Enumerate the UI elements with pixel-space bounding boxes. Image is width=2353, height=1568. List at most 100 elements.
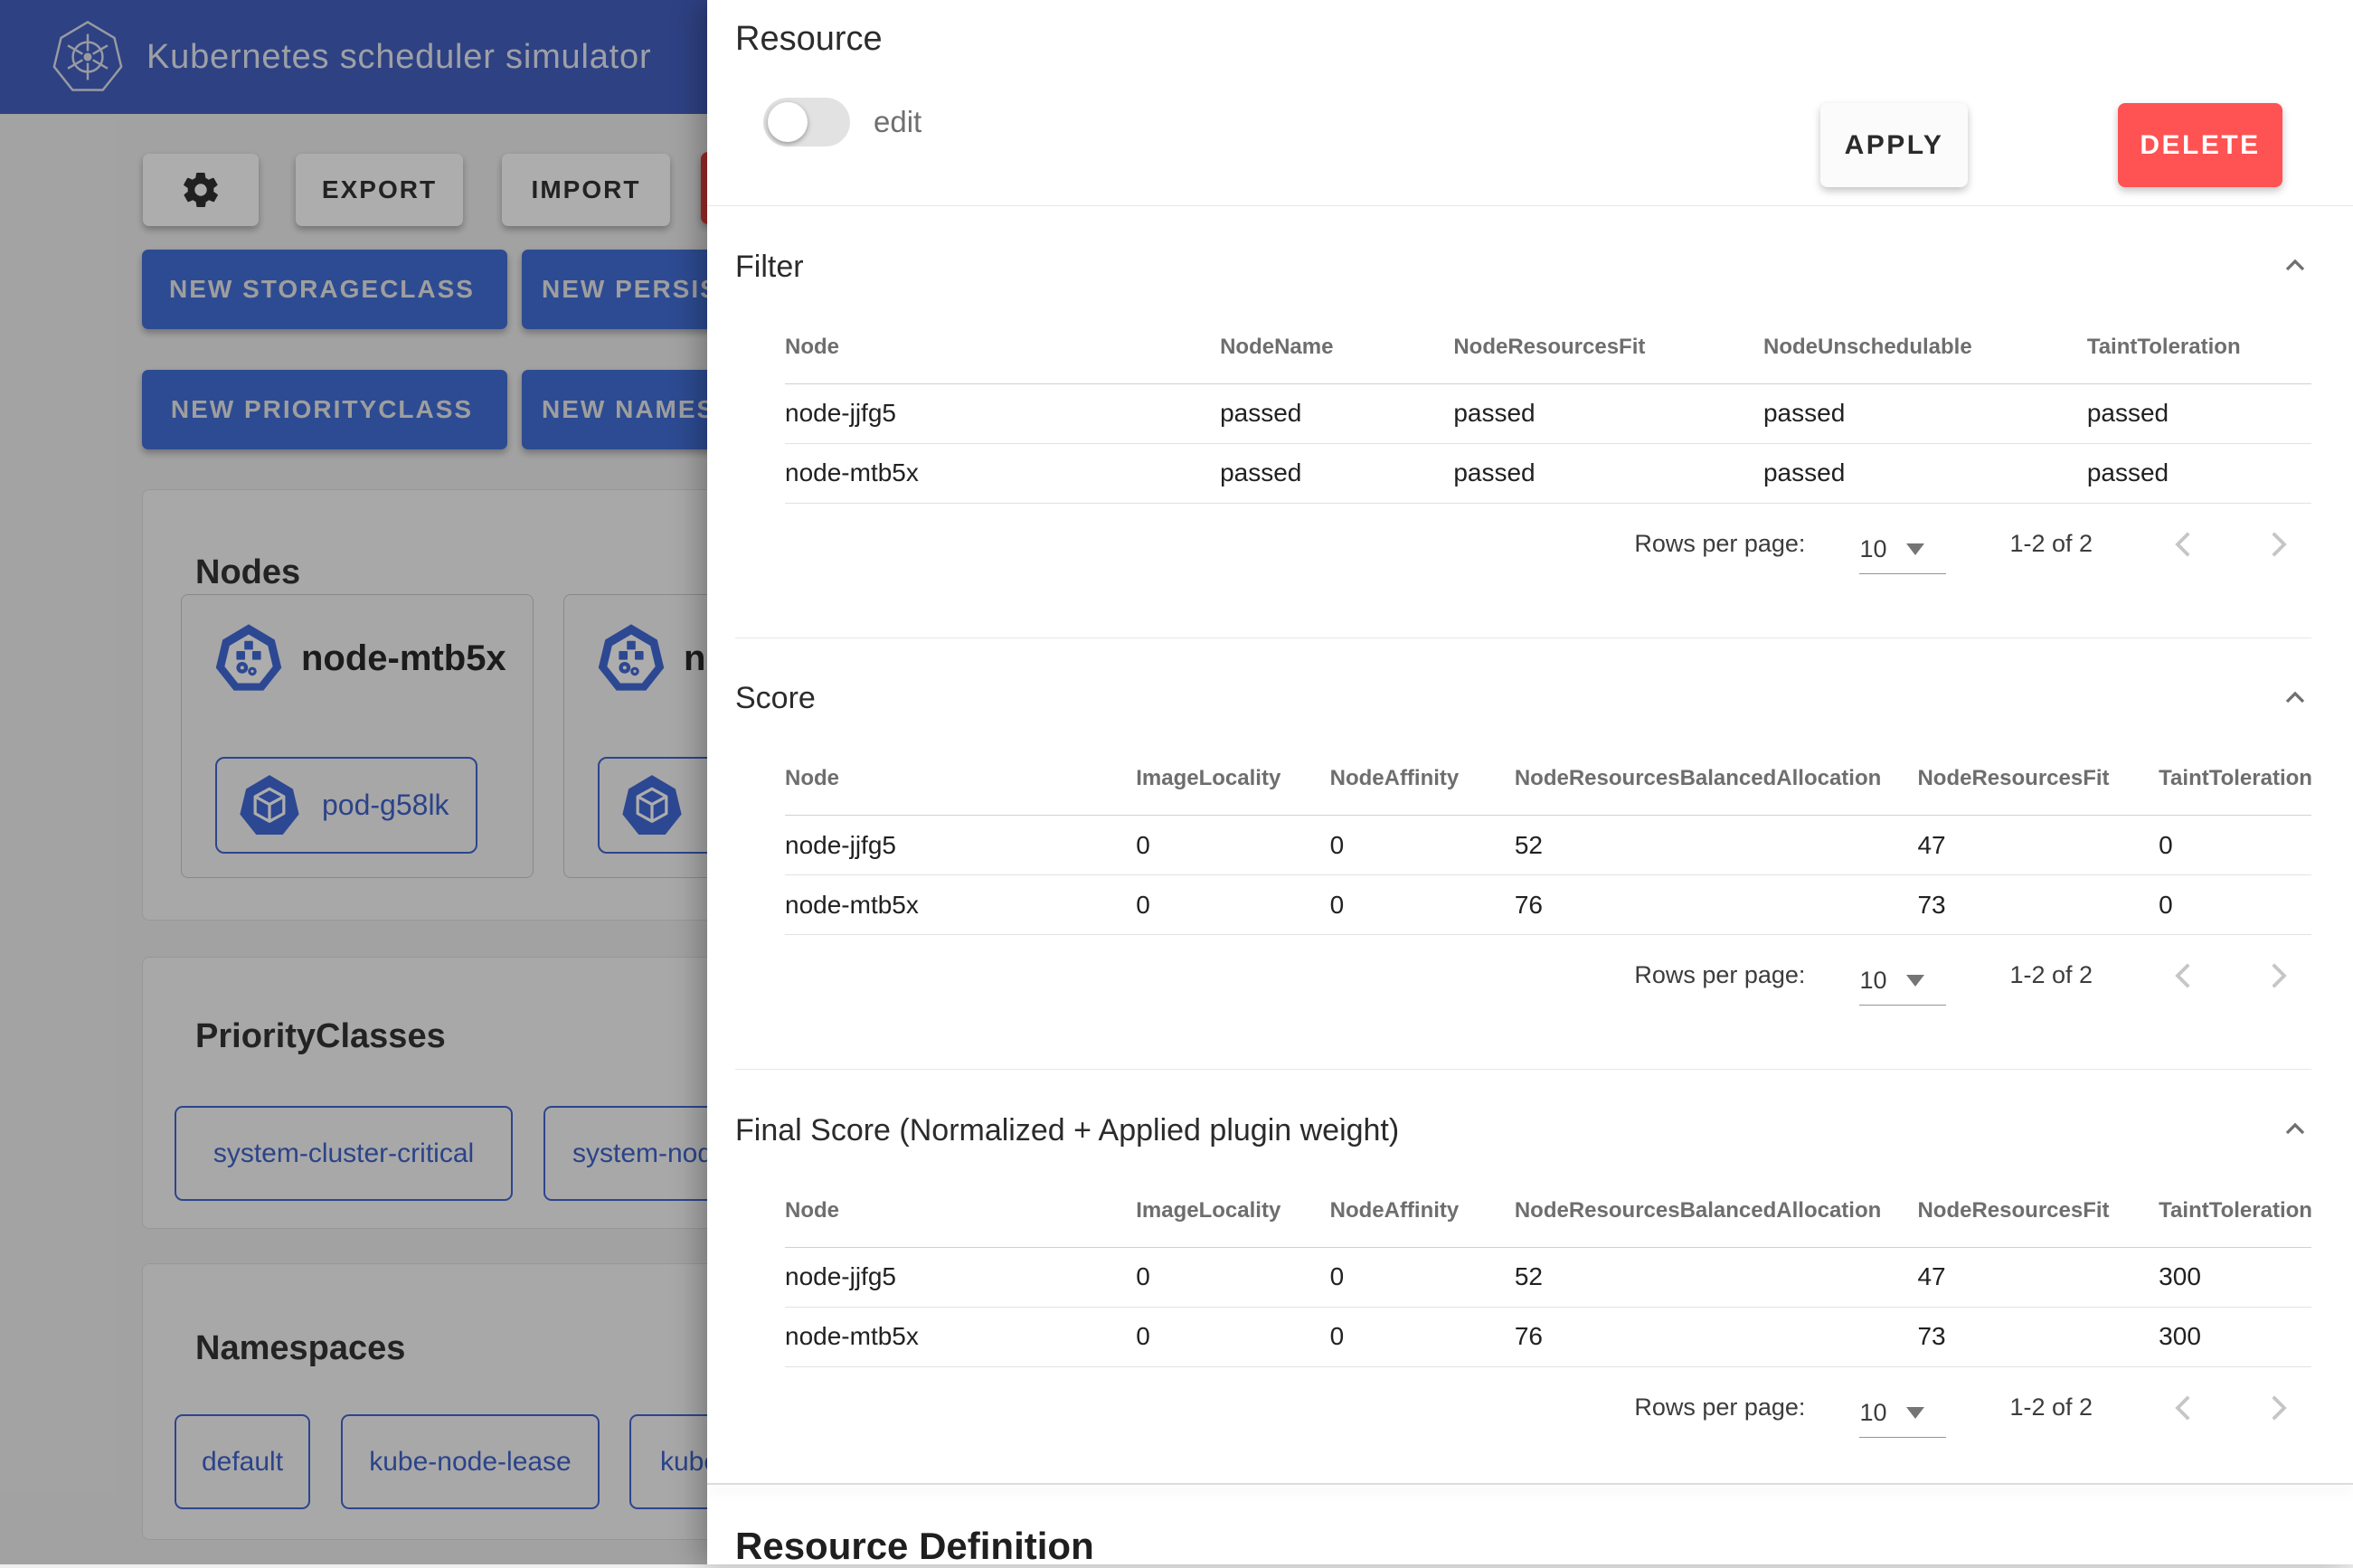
section-divider	[735, 1069, 2311, 1070]
chevron-left-icon	[2165, 553, 2203, 566]
chevron-right-icon	[2259, 1416, 2297, 1430]
table-row: node-mtb5xpassedpassedpassedpassed	[785, 443, 2311, 503]
table-cell: 47	[1917, 1247, 2159, 1307]
page-range-label: 1-2 of 2	[2009, 1389, 2093, 1425]
previous-page-button[interactable]	[2165, 1389, 2203, 1429]
rows-per-page-select[interactable]: 10	[1859, 1389, 1946, 1438]
column-header: NodeAffinity	[1330, 1175, 1515, 1247]
rows-per-page-select[interactable]: 10	[1859, 957, 1946, 1006]
table-cell: node-jjfg5	[785, 816, 1136, 875]
next-page-button[interactable]	[2259, 1389, 2297, 1429]
previous-page-button[interactable]	[2165, 525, 2203, 565]
previous-page-button[interactable]	[2165, 957, 2203, 997]
column-header: TaintToleration	[2159, 743, 2311, 816]
table-cell: 73	[1917, 875, 2159, 935]
collapse-section-button[interactable]	[2279, 1114, 2311, 1147]
table-cell: 0	[1330, 1307, 1515, 1366]
drawer-section-score: Score NodeImageLocalityNodeAffinity NodeRe…	[707, 680, 2353, 1071]
edit-toggle-label: edit	[874, 105, 921, 139]
table-cell: passed	[1453, 383, 1763, 443]
drawer-title: Resource	[735, 20, 883, 59]
table-pagination: Rows per page:101-2 of 2	[735, 957, 2311, 1015]
column-header: ImageLocality	[1136, 743, 1329, 816]
chevron-up-icon	[2279, 272, 2311, 286]
table-cell: 76	[1515, 875, 1918, 935]
rows-per-page-label: Rows per page:	[1634, 957, 1805, 993]
table-cell: 76	[1515, 1307, 1918, 1366]
column-header: NodeUnschedulable	[1763, 311, 2087, 383]
table-cell: node-jjfg5	[785, 383, 1220, 443]
column-header: ImageLocality	[1136, 1175, 1329, 1247]
section-title: Filter	[735, 250, 804, 285]
resource-drawer: Resource edit APPLY DELETE FilterNodeNod…	[707, 0, 2353, 1564]
collapse-section-button[interactable]	[2279, 683, 2311, 715]
dropdown-caret-icon	[1906, 543, 1924, 555]
table-cell: passed	[1763, 383, 2087, 443]
rows-per-page-select[interactable]: 10	[1859, 525, 1946, 574]
column-header: NodeResourcesFit	[1453, 311, 1763, 383]
table-row: node-jjfg5005247300	[785, 1247, 2311, 1307]
table-cell: 0	[1136, 1247, 1329, 1307]
table-cell: 0	[1330, 875, 1515, 935]
chevron-up-icon	[2279, 704, 2311, 718]
rows-per-page-label: Rows per page:	[1634, 525, 1805, 562]
column-header: NodeResourcesFit	[1917, 743, 2159, 816]
table-cell: 0	[2159, 816, 2311, 875]
table-cell: 0	[1330, 816, 1515, 875]
table-cell: 52	[1515, 816, 1918, 875]
table-cell: 52	[1515, 1247, 1918, 1307]
table-row: node-jjfg5passedpassedpassedpassed	[785, 383, 2311, 443]
filter-table: NodeNodeNameNodeResourcesFitNodeUnschedu…	[785, 311, 2311, 504]
table-cell: passed	[1220, 383, 1453, 443]
chevron-up-icon	[2279, 1136, 2311, 1149]
drawer-header: Resource edit APPLY DELETE	[707, 0, 2353, 206]
final-table: NodeImageLocalityNodeAffinityNodeResourc…	[785, 1175, 2311, 1367]
table-cell: passed	[1220, 443, 1453, 503]
chevron-left-icon	[2165, 1416, 2203, 1430]
resource-definition-title: Resource Definition	[735, 1525, 2353, 1568]
table-cell: passed	[2087, 443, 2311, 503]
rows-per-page-value: 10	[1859, 967, 1886, 995]
delete-button[interactable]: DELETE	[2118, 103, 2282, 187]
column-header: TaintToleration	[2087, 311, 2311, 383]
table-cell: 47	[1917, 816, 2159, 875]
next-page-button[interactable]	[2259, 525, 2297, 565]
column-header: NodeAffinity	[1330, 743, 1515, 816]
column-header: TaintToleration	[2159, 1175, 2311, 1247]
table-cell: node-jjfg5	[785, 1247, 1136, 1307]
column-header: Node	[785, 1175, 1136, 1247]
table-cell: passed	[1453, 443, 1763, 503]
collapse-section-button[interactable]	[2279, 250, 2311, 283]
column-header: Node	[785, 743, 1136, 816]
rows-per-page-label: Rows per page:	[1634, 1389, 1805, 1425]
drawer-section-filter: Filter NodeNodeNameNodeResourcesFitNodeUn…	[707, 248, 2353, 638]
column-header: Node	[785, 311, 1220, 383]
section-title: Final Score (Normalized + Applied plugin…	[735, 1113, 1399, 1148]
chevron-right-icon	[2259, 984, 2297, 997]
edit-toggle-thumb	[768, 102, 808, 142]
page-range-label: 1-2 of 2	[2009, 525, 2093, 562]
table-pagination: Rows per page: 10 1-2 of 2	[735, 525, 2311, 583]
chevron-left-icon	[2165, 984, 2203, 997]
score-table: NodeImageLocalityNodeAffinity NodeResourc…	[785, 743, 2311, 936]
edit-toggle[interactable]	[763, 98, 850, 146]
table-cell: 0	[1136, 875, 1329, 935]
table-row: node-mtb5x0076730	[785, 875, 2311, 935]
results-card-bottom-edge	[707, 1483, 2353, 1485]
table-cell: 0	[2159, 875, 2311, 935]
drawer-section-final: Final Score (Normalized + Applied plugin…	[707, 1111, 2353, 1447]
table-row: node-jjfg50052470	[785, 816, 2311, 875]
table-cell: passed	[2087, 383, 2311, 443]
table-cell: 0	[1330, 1247, 1515, 1307]
table-cell: 0	[1136, 816, 1329, 875]
next-page-button[interactable]	[2259, 957, 2297, 997]
column-header: NodeName	[1220, 311, 1453, 383]
table-cell: 0	[1136, 1307, 1329, 1366]
apply-button[interactable]: APPLY	[1820, 103, 1968, 187]
table-cell: 300	[2159, 1307, 2311, 1366]
dropdown-caret-icon	[1906, 1407, 1924, 1419]
table-cell: passed	[1763, 443, 2087, 503]
table-cell: node-mtb5x	[785, 443, 1220, 503]
column-header: NodeResourcesBalancedAllocation	[1515, 1175, 1918, 1247]
section-title: Score	[735, 681, 816, 716]
